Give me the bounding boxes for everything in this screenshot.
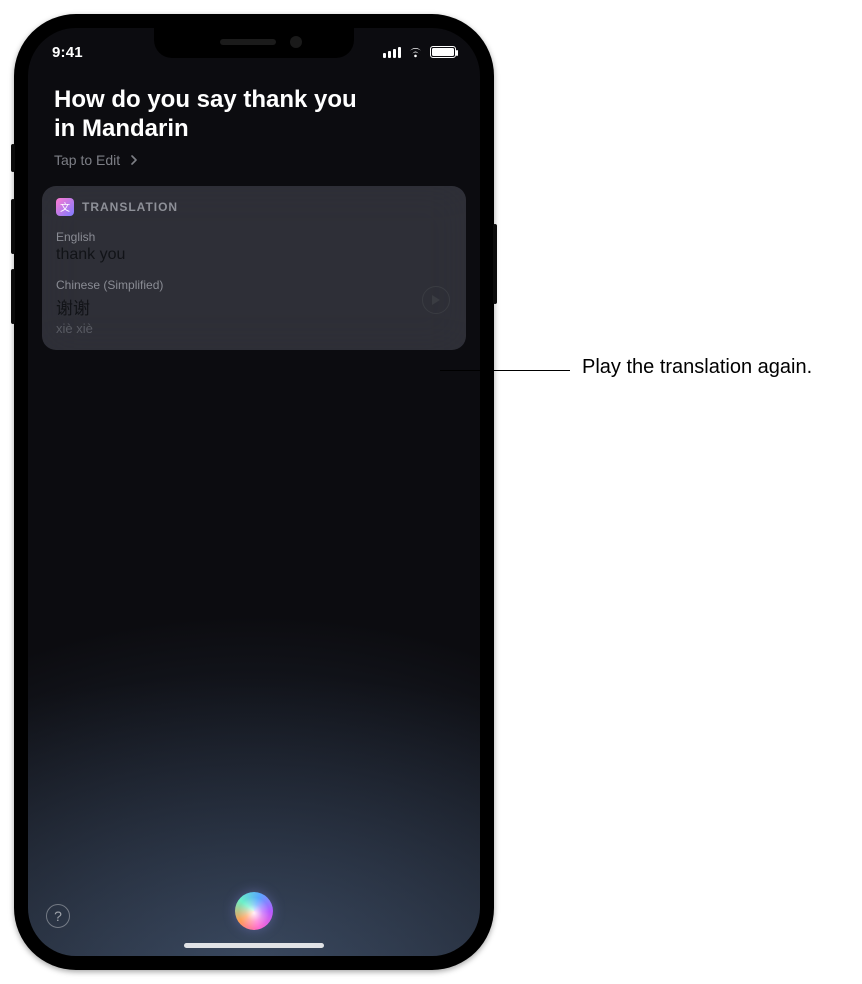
mute-switch: [11, 144, 15, 172]
chevron-right-icon: [126, 152, 142, 168]
status-time: 9:41: [52, 40, 83, 61]
siri-orb-button[interactable]: [235, 892, 273, 930]
target-pinyin: xiè xiè: [56, 321, 452, 336]
volume-up-button: [11, 199, 15, 254]
tap-to-edit-label: Tap to Edit: [54, 152, 120, 168]
notch: [154, 28, 354, 58]
target-language-label: Chinese (Simplified): [56, 278, 452, 292]
translation-card[interactable]: 文 TRANSLATION English thank you Chinese …: [42, 186, 466, 350]
screen: 9:41 How do you say thank you in Mandari…: [28, 28, 480, 956]
tap-to-edit-button[interactable]: Tap to Edit: [28, 144, 480, 168]
cellular-signal-icon: [383, 47, 401, 58]
wifi-icon: [407, 46, 424, 58]
battery-icon: [430, 46, 456, 58]
callout-text: Play the translation again.: [582, 356, 812, 379]
volume-down-button: [11, 269, 15, 324]
callout-leader-line: [440, 370, 570, 371]
translate-app-icon: 文: [56, 198, 74, 216]
target-text: 谢谢: [56, 294, 452, 319]
home-indicator[interactable]: [184, 943, 324, 948]
play-icon: [431, 294, 441, 306]
card-title: TRANSLATION: [82, 200, 178, 214]
play-translation-button[interactable]: [422, 286, 450, 314]
side-button: [493, 224, 497, 304]
phone-frame: 9:41 How do you say thank you in Mandari…: [14, 14, 494, 970]
siri-help-button[interactable]: ?: [46, 904, 70, 928]
source-text: thank you: [56, 246, 452, 264]
siri-query-text: How do you say thank you in Mandarin: [28, 86, 408, 144]
source-language-label: English: [56, 230, 452, 244]
